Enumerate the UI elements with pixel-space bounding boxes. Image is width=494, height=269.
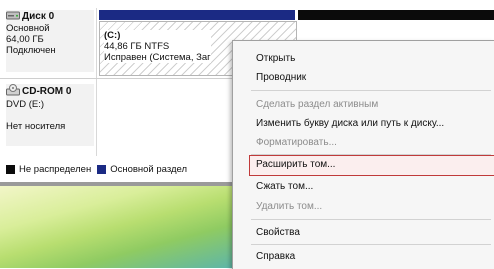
menu-item-shrink-volume[interactable]: Сжать том... — [256, 181, 313, 192]
menu-item-extend-volume[interactable]: Расширить том... — [256, 159, 335, 170]
cdrom-0-status: Нет носителя — [6, 121, 66, 132]
column-divider — [96, 8, 97, 156]
disk-0-size: 64,00 ГБ — [6, 34, 44, 45]
legend-label-primary: Основной раздел — [110, 164, 188, 175]
menu-item-properties[interactable]: Свойства — [256, 227, 300, 238]
legend-label-unallocated: Не распределен — [19, 164, 92, 175]
menu-item-mark-active[interactable]: Сделать раздел активным — [256, 99, 378, 110]
menu-item-help[interactable]: Справка — [256, 251, 295, 262]
menu-separator — [251, 244, 491, 245]
context-menu: Открыть Проводник Сделать раздел активны… — [232, 40, 494, 269]
menu-item-explorer[interactable]: Проводник — [256, 72, 306, 83]
menu-item-format[interactable]: Форматировать... — [256, 137, 337, 148]
partition-c-letter: (C:) — [104, 30, 121, 41]
disk-0-type: Основной — [6, 23, 50, 34]
menu-item-change-drive-letter[interactable]: Изменить букву диска или путь к диску... — [256, 118, 444, 129]
cdrom-0-name: CD-ROM 0 — [22, 86, 72, 98]
desktop-wallpaper — [0, 186, 232, 268]
disk-0-name: Диск 0 — [22, 11, 55, 23]
legend-swatch-primary — [97, 165, 107, 174]
disk-0-label[interactable]: Диск 0 Основной 64,00 ГБ Подключен — [6, 10, 94, 72]
cdrom-0-type: DVD (E:) — [6, 99, 44, 110]
legend-swatch-unallocated — [6, 165, 15, 174]
cdrom-0-label[interactable]: CD-ROM 0 DVD (E:) Нет носителя — [6, 84, 94, 146]
disk-0-status: Подключен — [6, 45, 56, 56]
menu-item-delete-volume[interactable]: Удалить том... — [256, 201, 322, 212]
menu-separator — [251, 219, 491, 220]
partition-c-status: Исправен (Система, Заг — [104, 52, 211, 63]
menu-item-open[interactable]: Открыть — [256, 53, 295, 64]
legend: Не распределен Основной раздел — [6, 164, 187, 175]
hard-disk-icon — [6, 10, 20, 23]
cdrom-icon — [6, 84, 20, 99]
menu-separator — [251, 90, 491, 91]
partition-c-bar — [99, 10, 295, 20]
partition-c-size: 44,86 ГБ NTFS — [104, 41, 170, 52]
unallocated-bar — [298, 10, 494, 20]
